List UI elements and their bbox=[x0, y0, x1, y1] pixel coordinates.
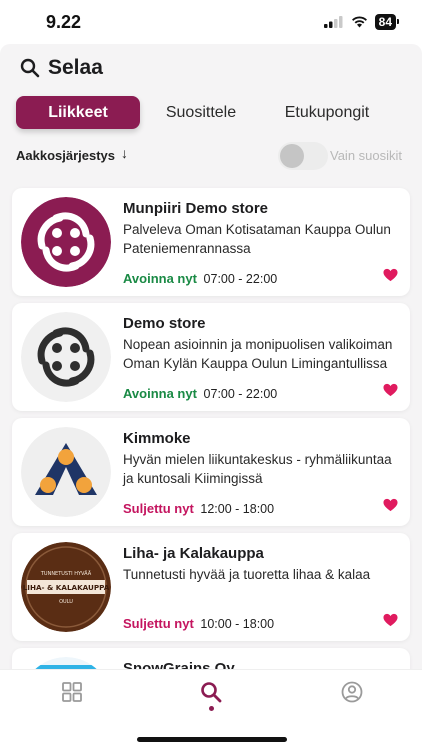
opening-hours: 10:00 - 18:00 bbox=[200, 617, 275, 631]
page-header: Selaa bbox=[20, 56, 103, 80]
tab-bar: Liikkeet Suosittele Etukupongit bbox=[16, 96, 392, 129]
arrow-down-icon[interactable]: ↓ bbox=[121, 145, 128, 161]
status-bar: 9.22 84 bbox=[0, 0, 422, 44]
logo-subtext: TUNNETUSTI HYVÄÄ bbox=[40, 570, 92, 577]
favorite-heart-icon[interactable] bbox=[383, 613, 398, 627]
store-description: Hyvän mielen liikuntakeskus - ryhmäliiku… bbox=[123, 452, 392, 486]
store-name: Kimmoke bbox=[123, 430, 191, 447]
user-icon[interactable] bbox=[340, 680, 364, 704]
home-indicator bbox=[137, 737, 287, 742]
store-status: Avoinna nyt 07:00 - 22:00 bbox=[123, 271, 277, 286]
status-label: Suljettu nyt bbox=[123, 501, 194, 516]
logo-city: OULU bbox=[59, 599, 73, 605]
wifi-icon bbox=[351, 16, 367, 28]
store-name: Demo store bbox=[123, 315, 206, 332]
grid-icon[interactable] bbox=[60, 680, 84, 704]
status-time: 9.22 bbox=[46, 12, 82, 32]
browse-screen: Selaa Liikkeet Suosittele Etukupongit Aa… bbox=[0, 44, 422, 750]
store-card[interactable]: Kimmoke Hyvän mielen liikuntakeskus - ry… bbox=[12, 418, 410, 526]
store-status: Suljettu nyt 10:00 - 18:00 bbox=[123, 616, 274, 631]
store-logo bbox=[21, 312, 111, 402]
battery-indicator: 84 bbox=[374, 14, 400, 30]
store-status: Suljettu nyt 12:00 - 18:00 bbox=[123, 501, 274, 516]
search-icon bbox=[20, 58, 40, 78]
status-label: Avoinna nyt bbox=[123, 386, 197, 401]
store-description: Tunnetusti hyvää ja tuoretta lihaa & kal… bbox=[123, 567, 371, 582]
tab-etukupongit[interactable]: Etukupongit bbox=[262, 96, 392, 129]
sort-button[interactable]: Aakkosjärjestys bbox=[16, 148, 115, 163]
status-icons: 84 bbox=[323, 14, 400, 30]
store-logo bbox=[21, 427, 111, 517]
favorite-heart-icon[interactable] bbox=[383, 498, 398, 512]
page-title: Selaa bbox=[48, 56, 103, 79]
status-label: Suljettu nyt bbox=[123, 616, 194, 631]
active-tab-indicator bbox=[209, 706, 214, 711]
store-logo: TUNNETUSTI HYVÄÄ LIHA- & KALAKAUPPA OULU bbox=[21, 542, 111, 632]
store-description: Nopean asioinnin ja monipuolisen valikoi… bbox=[123, 337, 393, 371]
favorite-heart-icon[interactable] bbox=[383, 383, 398, 397]
toggle-knob bbox=[280, 144, 304, 168]
store-logo bbox=[21, 197, 111, 287]
store-card[interactable]: Munpiiri Demo store Palveleva Oman Kotis… bbox=[12, 188, 410, 296]
status-label: Avoinna nyt bbox=[123, 271, 197, 286]
store-name: Munpiiri Demo store bbox=[123, 200, 269, 217]
logo-text: LIHA- & KALAKAUPPA bbox=[23, 583, 110, 592]
store-card[interactable]: TUNNETUSTI HYVÄÄ LIHA- & KALAKAUPPA OULU… bbox=[12, 533, 410, 641]
tab-liikkeet[interactable]: Liikkeet bbox=[16, 96, 140, 129]
favorites-toggle[interactable] bbox=[278, 142, 328, 170]
sort-filter-row: Aakkosjärjestys ↓ Vain suosikit bbox=[16, 142, 412, 170]
store-description: Palveleva Oman Kotisataman Kauppa Oulun … bbox=[123, 222, 391, 256]
store-card[interactable]: Demo store Nopean asioinnin ja monipuoli… bbox=[12, 303, 410, 411]
opening-hours: 07:00 - 22:00 bbox=[203, 387, 278, 401]
favorite-heart-icon[interactable] bbox=[383, 268, 398, 282]
favorites-label: Vain suosikit bbox=[330, 148, 403, 163]
tab-suosittele[interactable]: Suosittele bbox=[140, 96, 262, 129]
opening-hours: 07:00 - 22:00 bbox=[203, 272, 278, 286]
search-icon[interactable] bbox=[199, 680, 223, 704]
opening-hours: 12:00 - 18:00 bbox=[200, 502, 275, 516]
store-status: Avoinna nyt 07:00 - 22:00 bbox=[123, 386, 277, 401]
store-name: Liha- ja Kalakauppa bbox=[123, 545, 264, 562]
signal-icon bbox=[323, 16, 343, 28]
